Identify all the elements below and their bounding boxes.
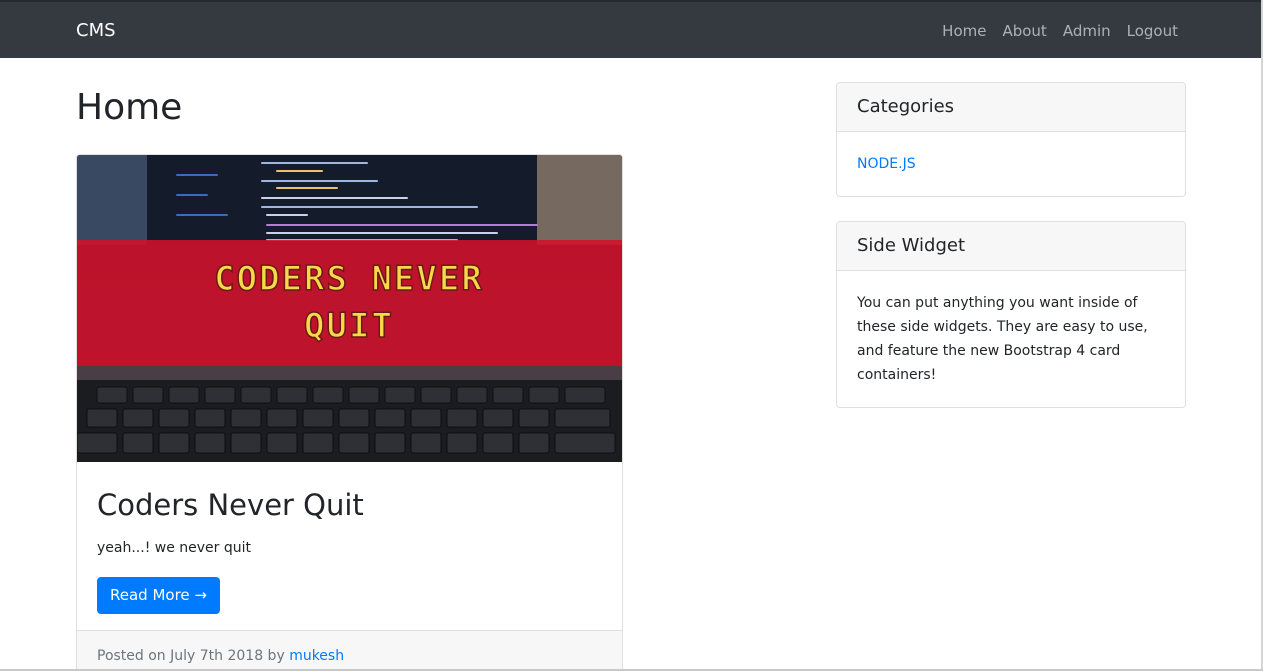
- nav-link-about[interactable]: About: [1002, 21, 1046, 41]
- post-date-text: Posted on July 7th 2018 by: [97, 648, 285, 664]
- side-widget-text: You can put anything you want inside of …: [857, 295, 1148, 383]
- post-card: CODERS NEVER QUIT Coders Never Quit yeah…: [76, 154, 623, 671]
- laptop-code-illustration: CODERS NEVER QUIT: [77, 155, 622, 462]
- nav-link-home[interactable]: Home: [942, 21, 986, 41]
- page-title: Home: [76, 87, 183, 128]
- read-more-button[interactable]: Read More →: [97, 577, 220, 614]
- side-widget-card: Side Widget You can put anything you wan…: [836, 221, 1186, 408]
- categories-header: Categories: [837, 83, 1185, 132]
- nav-link-admin[interactable]: Admin: [1063, 21, 1111, 41]
- post-footer: Posted on July 7th 2018 by mukesh: [77, 630, 622, 671]
- categories-card: Categories NODE.JS: [836, 82, 1186, 197]
- categories-body: NODE.JS: [837, 132, 1185, 196]
- banner-text-line1: CODERS NEVER: [214, 259, 484, 299]
- post-title: Coders Never Quit: [97, 488, 364, 522]
- brand-logo-link[interactable]: CMS: [76, 20, 116, 42]
- side-widget-header: Side Widget: [837, 222, 1185, 271]
- top-navbar: CMS Home About Admin Logout: [0, 0, 1263, 58]
- category-link-nodejs[interactable]: NODE.JS: [857, 156, 916, 172]
- nav-link-logout[interactable]: Logout: [1127, 21, 1178, 41]
- post-body: Coders Never Quit yeah...! we never quit…: [77, 462, 622, 614]
- post-excerpt: yeah...! we never quit: [97, 540, 252, 556]
- post-image[interactable]: CODERS NEVER QUIT: [77, 155, 622, 462]
- author-link[interactable]: mukesh: [289, 648, 344, 664]
- banner-text-line2: QUIT: [304, 306, 394, 346]
- nav-links: Home About Admin Logout: [942, 21, 1178, 41]
